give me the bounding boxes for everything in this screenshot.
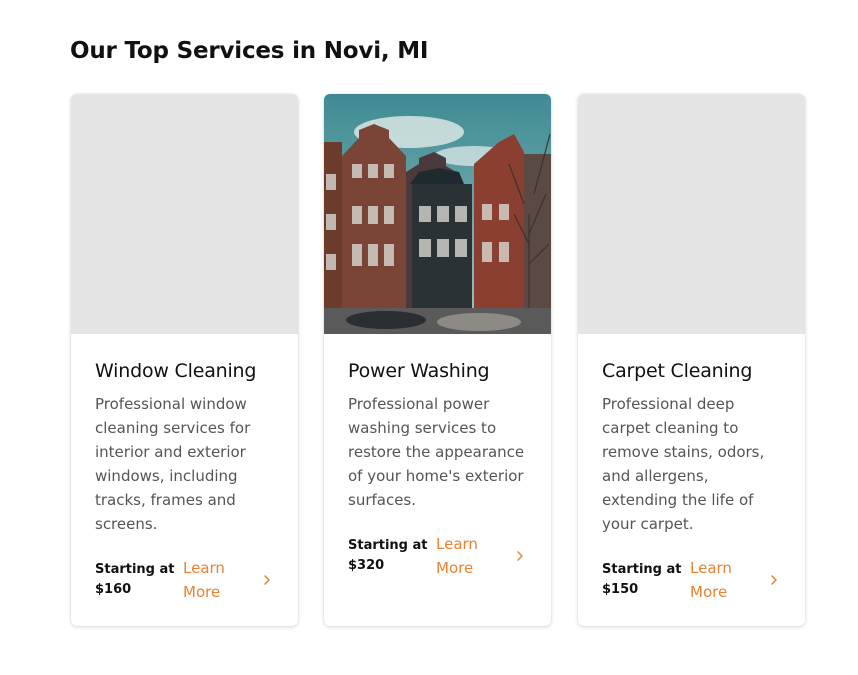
- learn-more-link[interactable]: Learn More: [690, 556, 781, 604]
- price-label: Starting at $150: [602, 562, 682, 597]
- price-label: Starting at $160: [95, 562, 175, 597]
- learn-more-label: Learn More: [690, 559, 732, 601]
- service-description: Professional power washing services to r…: [348, 395, 525, 509]
- learn-more-link[interactable]: Learn More: [436, 532, 527, 580]
- service-card-window-cleaning: Window Cleaning Professional window clea…: [71, 94, 298, 626]
- row-houses-photo: [324, 94, 551, 334]
- section-heading: Our Top Services in Novi, MI: [70, 38, 429, 64]
- learn-more-link[interactable]: Learn More: [183, 556, 274, 604]
- service-description: Professional deep carpet cleaning to rem…: [602, 395, 765, 533]
- card-body: Power Washing Professional power washing…: [324, 334, 551, 580]
- learn-more-label: Learn More: [436, 535, 478, 577]
- price-label: Starting at $320: [348, 538, 428, 573]
- chevron-right-icon: [264, 575, 270, 585]
- card-footer: Starting at $160 Learn More: [95, 556, 274, 604]
- card-body: Carpet Cleaning Professional deep carpet…: [578, 334, 805, 604]
- services-section: Our Top Services in Novi, MI Window Clea…: [0, 0, 858, 675]
- chevron-right-icon: [771, 575, 777, 585]
- card-footer: Starting at $150 Learn More: [602, 556, 781, 604]
- service-card-carpet-cleaning: Carpet Cleaning Professional deep carpet…: [578, 94, 805, 626]
- service-image-placeholder: [578, 94, 805, 334]
- card-body: Window Cleaning Professional window clea…: [71, 334, 298, 604]
- chevron-right-icon: [517, 551, 523, 561]
- service-image-placeholder: [71, 94, 298, 334]
- service-card-power-washing: Power Washing Professional power washing…: [324, 94, 551, 626]
- service-image-row-houses: [324, 94, 551, 334]
- service-title: Window Cleaning: [95, 360, 257, 382]
- card-footer: Starting at $320 Learn More: [348, 532, 527, 580]
- service-description: Professional window cleaning services fo…: [95, 395, 251, 533]
- service-title: Carpet Cleaning: [602, 360, 753, 382]
- learn-more-label: Learn More: [183, 559, 225, 601]
- service-title: Power Washing: [348, 360, 490, 382]
